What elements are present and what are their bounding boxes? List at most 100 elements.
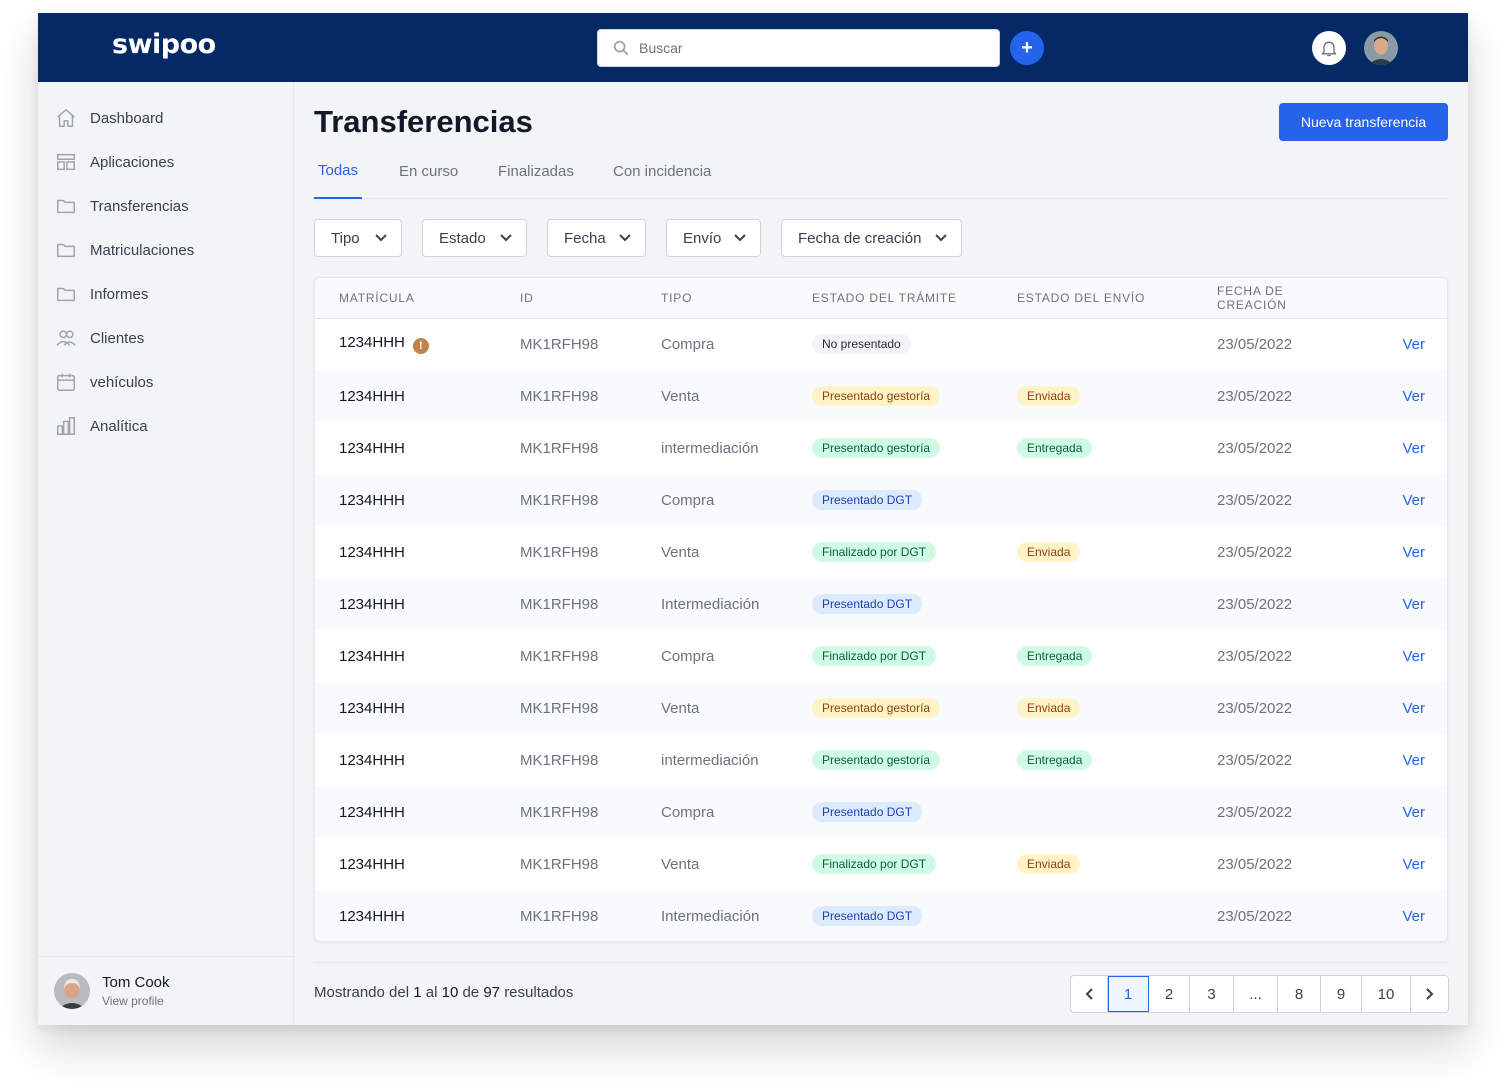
column-header-estado-envio[interactable]: ESTADO DEL ENVÍO [993,278,1193,318]
chevron-down-icon [375,234,387,242]
ver-link[interactable]: Ver [1353,734,1447,786]
page-button[interactable]: 8 [1278,976,1321,1012]
column-header-id[interactable]: ID [496,278,637,318]
tab-todas[interactable]: Todas [314,152,363,199]
filter-estado[interactable]: Estado [422,219,527,257]
shipping-badge: Entregada [1017,750,1093,770]
cell-estado-tramite: Presentado DGT [788,578,993,630]
sidebar-item-label: Transferencias [90,197,189,215]
column-header-estado-tramite[interactable]: ESTADO DEL TRÁMITE [788,278,993,318]
tabs: Todas En curso Finalizadas Con incidenci… [314,152,1448,199]
new-transfer-button[interactable]: Nueva transferencia [1279,103,1448,141]
chevron-down-icon [500,234,512,242]
cell-tipo: intermediación [661,439,759,457]
next-page-button[interactable] [1411,976,1448,1012]
previous-page-button[interactable] [1071,976,1108,1012]
results-from: 1 [413,984,422,1001]
tab-finalizadas[interactable]: Finalizadas [498,152,574,199]
cell-matricula: 1234HHH! [315,318,496,370]
filter-tipo[interactable]: Tipo [314,219,402,257]
ver-link[interactable]: Ver [1353,682,1447,734]
tab-en-curso[interactable]: En curso [399,152,458,199]
cell-estado-envio: Enviada [993,682,1193,734]
ver-link[interactable]: Ver [1353,422,1447,474]
cell-estado-tramite: Presentado DGT [788,786,993,838]
cell-estado-tramite: Presentado gestoría [788,734,993,786]
table-row[interactable]: 1234HHH MK1RFH98 Intermediación Presentado … [315,890,1447,941]
search-box[interactable] [597,29,1000,67]
ver-link[interactable]: Ver [1353,526,1447,578]
sidebar-item-label: vehículos [90,373,154,391]
sidebar-item-vehiculos[interactable]: vehículos [54,364,274,400]
cell-estado-envio: Enviada [993,526,1193,578]
main-content: Transferencias Nueva transferencia Todas… [294,82,1468,1025]
table-row[interactable]: 1234HHH MK1RFH98 Venta Finalizado por DGT En… [315,526,1447,578]
table-row[interactable]: 1234HHH MK1RFH98 Compra Finalizado por DGT E… [315,630,1447,682]
cell-estado-envio [993,578,1193,630]
page-button[interactable]: 1 [1108,976,1149,1012]
ver-link[interactable]: Ver [1353,630,1447,682]
folder-icon [54,282,78,306]
table-row[interactable]: 1234HHH MK1RFH98 Intermediación Presentado … [315,578,1447,630]
table-row[interactable]: 1234HHH MK1RFH98 intermediación Presentado … [315,734,1447,786]
page-button[interactable]: 3 [1190,976,1234,1012]
table-row[interactable]: 1234HHH MK1RFH98 Venta Presentado gestoría E… [315,370,1447,422]
user-profile[interactable]: Tom Cook View profile [38,956,293,1025]
filter-envio[interactable]: Envío [666,219,761,257]
cell-matricula: 1234HHH [315,474,496,526]
sidebar-item-label: Analítica [90,417,148,435]
filter-label: Envío [683,229,722,247]
table-row[interactable]: 1234HHH MK1RFH98 Venta Presentado gestoría E… [315,682,1447,734]
ver-link[interactable]: Ver [1353,474,1447,526]
filter-fecha-creacion[interactable]: Fecha de creación [781,219,962,257]
logo[interactable]: swipoo [112,29,216,60]
shipping-badge: Enviada [1017,542,1081,562]
notifications-button[interactable] [1312,31,1346,65]
page-button[interactable]: 10 [1362,976,1411,1012]
status-badge: Presentado DGT [812,906,923,926]
sidebar-item-analitica[interactable]: Analítica [54,408,274,444]
cell-matricula: 1234HHH [315,890,496,941]
ver-link[interactable]: Ver [1353,838,1447,890]
ver-link[interactable]: Ver [1353,786,1447,838]
ver-link[interactable]: Ver [1353,318,1447,370]
sidebar-item-informes[interactable]: Informes [54,276,274,312]
cell-tipo: Compra [661,647,715,665]
tab-con-incidencia[interactable]: Con incidencia [613,152,711,199]
column-header-tipo[interactable]: TIPO [637,278,788,318]
cell-tipo: intermediación [661,751,759,769]
filter-fecha[interactable]: Fecha [547,219,646,257]
add-button[interactable]: + [1010,31,1044,65]
table-row[interactable]: 1234HHH MK1RFH98 Compra Presentado DGT 23/05… [315,474,1447,526]
sidebar-item-transferencias[interactable]: Transferencias [54,188,274,224]
sidebar-item-clientes[interactable]: Clientes [54,320,274,356]
ver-link[interactable]: Ver [1353,370,1447,422]
column-header-fecha-creacion[interactable]: FECHA DE CREACIÓN [1193,278,1353,318]
cell-id: MK1RFH98 [520,543,599,561]
cell-estado-tramite: Presentado DGT [788,890,993,941]
sidebar-item-label: Matriculaciones [90,241,195,259]
matricula-text: 1234HHH [339,491,405,509]
table-row[interactable]: 1234HHH! MK1RFH98 Compra No presentado 23/05… [315,318,1447,370]
cell-estado-envio [993,890,1193,941]
sidebar-item-matriculaciones[interactable]: Matriculaciones [54,232,274,268]
transfers-table: MATRÍCULA ID TIPO ESTADO DEL TRÁMITE EST… [314,277,1448,942]
cell-matricula: 1234HHH [315,370,496,422]
table-row[interactable]: 1234HHH MK1RFH98 intermediación Presentado … [315,422,1447,474]
user-avatar[interactable] [1364,31,1398,65]
table-row[interactable]: 1234HHH MK1RFH98 Compra Presentado DGT 23/05… [315,786,1447,838]
page-button[interactable]: 2 [1149,976,1190,1012]
chevron-down-icon [734,234,746,242]
page-button[interactable]: 9 [1321,976,1362,1012]
column-header-matricula[interactable]: MATRÍCULA [315,278,496,318]
view-profile-link[interactable]: View profile [102,994,170,1008]
chevron-down-icon [935,234,947,242]
ver-link[interactable]: Ver [1353,578,1447,630]
matricula-text: 1234HHH [339,803,405,821]
ver-link[interactable]: Ver [1353,890,1447,941]
sidebar-item-dashboard[interactable]: Dashboard [54,100,274,136]
matricula-text: 1234HHH [339,595,405,613]
sidebar-item-aplicaciones[interactable]: Aplicaciones [54,144,274,180]
search-input[interactable] [639,40,979,56]
table-row[interactable]: 1234HHH MK1RFH98 Venta Finalizado por DGT En… [315,838,1447,890]
